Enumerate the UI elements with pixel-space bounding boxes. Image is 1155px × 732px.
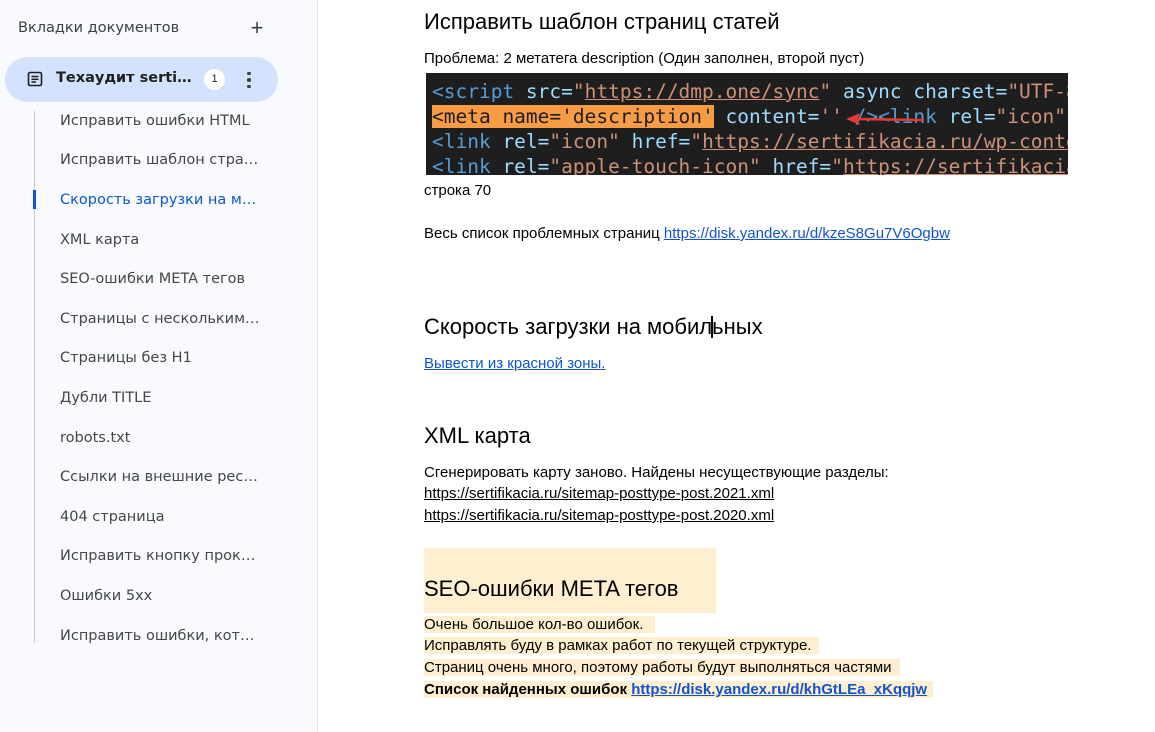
outline-item-label: Скорость загрузки на мобильных xyxy=(60,191,260,208)
seo-errors-list-link[interactable]: https://disk.yandex.ru/d/khGtLEa_xKqqjw xyxy=(631,681,927,698)
problem-pages-paragraph: Весь список проблемных страниц https://d… xyxy=(424,223,950,245)
outline-item[interactable]: Ошибки 5xx xyxy=(34,576,284,616)
outline-item-label: 404 страница xyxy=(60,508,165,525)
problem-pages-label: Весь список проблемных страниц xyxy=(424,225,664,242)
sidebar-header: Вкладки документов + xyxy=(18,16,268,40)
seo-line-3: Страниц очень много, поэтому работы буду… xyxy=(424,659,900,676)
document-tabs-sidebar: Вкладки документов + Техаудит sertifikac… xyxy=(0,0,318,732)
heading-fix-article-template: Исправить шаблон страниц статей xyxy=(424,9,780,34)
outline-item-label: Исправить шаблон страниц статей xyxy=(60,152,260,169)
outline-item[interactable]: Страницы без H1 xyxy=(34,339,284,379)
outline-item[interactable]: Исправить ошибки, которые xyxy=(34,616,284,656)
document-icon xyxy=(27,71,43,87)
tab-label: Техаудит sertifikacia xyxy=(56,70,196,86)
outline-item-label: XML карта xyxy=(60,231,140,248)
sidebar-title: Вкладки документов xyxy=(18,20,180,36)
outline-item[interactable]: Страницы с несколькими H1 xyxy=(34,299,284,339)
seo-line-1: Очень большое кол-во ошибок. xyxy=(424,616,656,633)
red-zone-link[interactable]: Вывести из красной зоны. xyxy=(424,355,605,372)
red-arrow-annotation xyxy=(846,113,925,125)
sitemap-2021-link[interactable]: https://sertifikacia.ru/sitemap-posttype… xyxy=(424,485,774,502)
heading-xml-map: XML карта xyxy=(424,423,531,448)
seo-line-3-paragraph: Страниц очень много, поэтому работы буду… xyxy=(424,657,900,679)
tab-count-badge: 1 xyxy=(204,69,225,90)
code-screenshot-image: <script src="https://dmp.one/sync" async… xyxy=(426,73,1068,175)
outline-item-label: Исправить ошибки HTML xyxy=(60,112,250,129)
outline-item-label: Страницы без H1 xyxy=(60,350,192,367)
outline-item[interactable]: robots.txt xyxy=(34,418,284,458)
outline-item[interactable]: Исправить ошибки HTML xyxy=(34,101,284,141)
seo-errors-list-label: Список найденных ошибок xyxy=(424,681,632,698)
more-vert-icon[interactable] xyxy=(239,67,259,93)
seo-errors-list-line: Список найденных ошибок https://disk.yan… xyxy=(424,681,934,698)
outline-item[interactable]: XML карта xyxy=(34,220,284,260)
outline-item[interactable]: Скорость загрузки на мобильных xyxy=(34,180,284,220)
heading-seo-meta-errors: SEO-ошибки META тегов xyxy=(424,576,679,601)
seo-line-2: Исправлять буду в рамках работ по текуще… xyxy=(424,637,820,654)
line-note: строка 70 xyxy=(424,182,492,199)
outline-item-label: Ошибки 5xx xyxy=(60,587,153,604)
problem-pages-link[interactable]: https://disk.yandex.ru/d/kzeS8Gu7V6Ogbw xyxy=(664,225,950,242)
outline-item-label: robots.txt xyxy=(60,429,131,446)
problem-text: Проблема: 2 метатега description (Один з… xyxy=(424,50,865,67)
outline-item-label: Ссылки на внешние ресурсы xyxy=(60,469,260,486)
heading-mobile-speed: Скорость загрузки на мобильных xyxy=(424,314,763,339)
seo-line-2-paragraph: Исправлять буду в рамках работ по текуще… xyxy=(424,635,820,657)
sitemap-2020-link[interactable]: https://sertifikacia.ru/sitemap-posttype… xyxy=(424,507,774,524)
outline-item-label: SEO-ошибки META тегов xyxy=(60,271,246,288)
outline-item[interactable]: Ссылки на внешние ресурсы xyxy=(34,457,284,497)
outline-item[interactable]: Исправить шаблон страниц статей xyxy=(34,141,284,181)
xml-map-text: Сгенерировать карту заново. Найдены несу… xyxy=(424,464,889,481)
seo-line-1-paragraph: Очень большое кол-во ошибок. xyxy=(424,614,656,636)
outline-item-label: Исправить ошибки, которые xyxy=(60,627,260,644)
seo-errors-list-paragraph: Список найденных ошибок https://disk.yan… xyxy=(424,679,934,701)
outline-item[interactable]: Исправить кнопку прокрутки xyxy=(34,537,284,577)
outline-item[interactable]: SEO-ошибки META тегов xyxy=(34,259,284,299)
outline-item[interactable]: Дубли TITLE xyxy=(34,378,284,418)
sitemap-2020-paragraph: https://sertifikacia.ru/sitemap-posttype… xyxy=(424,505,774,527)
tab-active-document[interactable]: Техаудит sertifikacia 1 xyxy=(5,57,278,102)
outline-item-label: Страницы с несколькими H1 xyxy=(60,310,260,327)
document-outline: Исправить ошибки HTML Исправить шаблон ст… xyxy=(33,101,304,656)
sitemap-2021-paragraph: https://sertifikacia.ru/sitemap-posttype… xyxy=(424,483,774,505)
outline-item-label: Дубли TITLE xyxy=(60,389,152,406)
outline-item-label: Исправить кнопку прокрутки xyxy=(60,548,260,565)
outline-item[interactable]: 404 страница xyxy=(34,497,284,537)
plus-icon[interactable]: + xyxy=(246,17,268,39)
red-zone-paragraph: Вывести из красной зоны. xyxy=(424,353,605,375)
